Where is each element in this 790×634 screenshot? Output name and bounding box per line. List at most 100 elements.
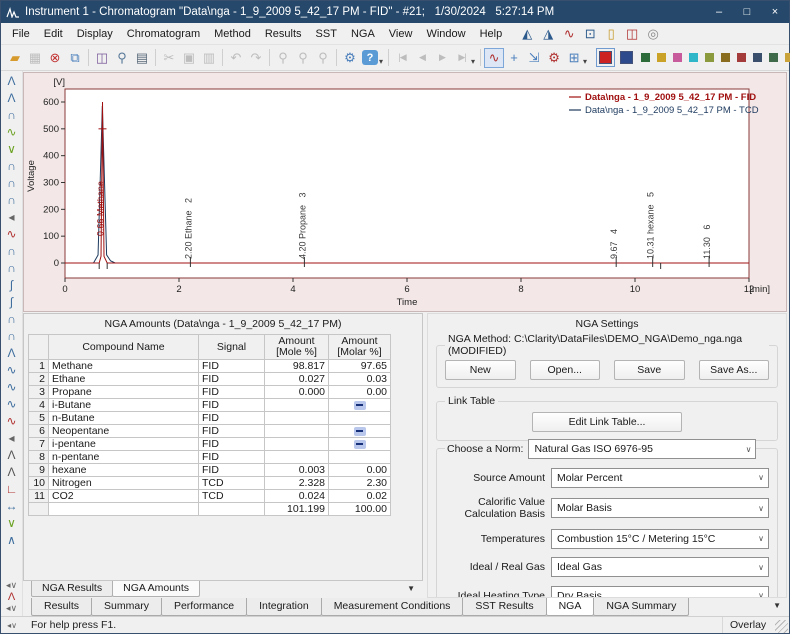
amount-mole-cell[interactable]: [265, 451, 329, 464]
menu-method[interactable]: Method: [207, 25, 258, 43]
valley-tool-icon[interactable]: ∨: [2, 140, 22, 157]
menu-file[interactable]: File: [5, 25, 37, 43]
signal-color-swatch[interactable]: [705, 53, 714, 62]
peak-width-tool-icon[interactable]: Λ: [2, 446, 22, 463]
tab-integration[interactable]: Integration: [246, 598, 322, 616]
instrument-window-icon[interactable]: ◭: [519, 26, 535, 42]
split-peaks-tool-icon[interactable]: ∩: [2, 259, 22, 276]
scroll-tools-left-button-2[interactable]: ◂: [2, 429, 22, 446]
close-chromatogram-button[interactable]: ⊗: [45, 48, 65, 68]
column-header-amount-mole[interactable]: Amount[Mole %]: [265, 335, 329, 360]
compound-name-cell[interactable]: i-Butane: [49, 399, 199, 412]
tab-nga-summary[interactable]: NGA Summary: [593, 598, 689, 616]
tab-summary[interactable]: Summary: [91, 598, 162, 616]
device-monitor-icon[interactable]: ◫: [624, 26, 640, 42]
calibration-window-icon[interactable]: ∿: [561, 26, 577, 42]
compound-name-cell[interactable]: CO2: [49, 490, 199, 503]
merge-peaks-tool-icon[interactable]: ∩: [2, 242, 22, 259]
menu-window[interactable]: Window: [419, 25, 472, 43]
amount-mole-cell[interactable]: 0.027: [265, 373, 329, 386]
amount-molar-cell[interactable]: [329, 412, 391, 425]
show-tables-button-caret[interactable]: ▾: [583, 57, 587, 66]
resize-grip[interactable]: [775, 620, 788, 633]
signal-cell[interactable]: FID: [199, 464, 265, 477]
amount-mole-cell[interactable]: [265, 425, 329, 438]
scroll-tools-left-button[interactable]: ◂: [2, 208, 22, 225]
close-button[interactable]: ×: [761, 1, 789, 23]
rear-tangent-tool-icon[interactable]: ∫: [2, 293, 22, 310]
cancel-peak-tool-icon[interactable]: Λ: [2, 344, 22, 361]
amount-molar-cell[interactable]: [329, 399, 391, 412]
compound-name-cell[interactable]: Nitrogen: [49, 477, 199, 490]
menu-chromatogram[interactable]: Chromatogram: [120, 25, 207, 43]
norm-select[interactable]: Natural Gas ISO 6976-95 ∨: [528, 439, 756, 459]
amount-molar-cell[interactable]: 0.00: [329, 386, 391, 399]
ideal-real-gas-select[interactable]: Ideal Gas∨: [551, 557, 769, 577]
compound-name-cell[interactable]: Ethane: [49, 373, 199, 386]
menu-help[interactable]: Help: [473, 25, 510, 43]
table-row[interactable]: 5n-ButaneFID: [29, 412, 391, 425]
subtab-scroll-dropdown[interactable]: ▼: [407, 581, 415, 593]
signal-color-swatch[interactable]: [689, 53, 698, 62]
clamp-negative-tool-icon[interactable]: ∩: [2, 327, 22, 344]
compound-name-cell[interactable]: n-Butane: [49, 412, 199, 425]
amount-molar-cell[interactable]: 0.00: [329, 464, 391, 477]
help-button-caret[interactable]: ▾: [379, 57, 383, 66]
amount-molar-cell[interactable]: [329, 451, 391, 464]
signal-color-swatch[interactable]: [721, 53, 730, 62]
table-row[interactable]: 3PropaneFID0.0000.00: [29, 386, 391, 399]
detector-delay-tool-icon[interactable]: ↔: [2, 497, 22, 514]
new-button[interactable]: New: [445, 360, 516, 380]
tab-nga[interactable]: NGA: [546, 598, 595, 616]
save-button[interactable]: Save: [614, 360, 685, 380]
table-row[interactable]: 1MethaneFID98.81797.65: [29, 360, 391, 373]
scroll-tools-icon-2[interactable]: ◂∨: [6, 603, 17, 614]
amount-mole-cell[interactable]: 0.024: [265, 490, 329, 503]
column-header-signal[interactable]: Signal: [199, 335, 265, 360]
compound-name-cell[interactable]: Methane: [49, 360, 199, 373]
amount-molar-cell[interactable]: 97.65: [329, 360, 391, 373]
menu-sst[interactable]: SST: [309, 25, 344, 43]
table-row[interactable]: 6NeopentaneFID: [29, 425, 391, 438]
tab-results[interactable]: Results: [31, 598, 92, 616]
edit-link-table-button[interactable]: Edit Link Table...: [532, 412, 682, 432]
print-button[interactable]: ▤: [132, 48, 152, 68]
menu-results[interactable]: Results: [258, 25, 309, 43]
add-positive-peak-tool-icon[interactable]: ∿: [2, 412, 22, 429]
amount-mole-cell[interactable]: 0.000: [265, 386, 329, 399]
smoothing-tool-icon[interactable]: ∿: [2, 361, 22, 378]
minimize-button[interactable]: –: [705, 1, 733, 23]
amount-mole-cell[interactable]: 2.328: [265, 477, 329, 490]
menu-nga[interactable]: NGA: [344, 25, 382, 43]
scale-to-fit-button[interactable]: ⇲: [524, 48, 544, 68]
calorific-value-calculation-basis-select[interactable]: Molar Basis∨: [551, 498, 769, 518]
column-header-amount-molar[interactable]: Amount[Molar %]: [329, 335, 391, 360]
peak-start-tool-icon[interactable]: ∩: [2, 157, 22, 174]
amount-molar-cell[interactable]: 0.02: [329, 490, 391, 503]
tab-measurement-conditions[interactable]: Measurement Conditions: [321, 598, 464, 616]
secondary-color-swatch[interactable]: [620, 51, 633, 64]
overlay-mode-button[interactable]: ∿: [484, 48, 504, 68]
group-peaks-tool-icon[interactable]: ∩: [2, 191, 22, 208]
help-button[interactable]: ?: [362, 50, 378, 65]
move-signal-button[interactable]: +: [504, 48, 524, 68]
last-chromatogram-button-caret[interactable]: ▾: [471, 57, 475, 66]
signal-cell[interactable]: FID: [199, 451, 265, 464]
signal-color-swatch[interactable]: [737, 53, 746, 62]
statusbar-overflow-icon[interactable]: ◂∨: [1, 621, 23, 630]
compound-name-cell[interactable]: i-pentane: [49, 438, 199, 451]
front-tangent-tool-icon[interactable]: ∫: [2, 276, 22, 293]
subtab-nga-results[interactable]: NGA Results: [31, 581, 113, 597]
overlay-signals-tool-icon[interactable]: ∩: [2, 106, 22, 123]
save-as-button[interactable]: Save As...: [699, 360, 770, 380]
fixed-scale-tool-icon[interactable]: Λ: [2, 89, 22, 106]
signal-cell[interactable]: FID: [199, 373, 265, 386]
signal-cell[interactable]: FID: [199, 386, 265, 399]
signal-color-swatch[interactable]: [753, 53, 762, 62]
negative-peaks-tool-icon[interactable]: ∿: [2, 225, 22, 242]
column-header-compound-name[interactable]: Compound Name: [49, 335, 199, 360]
spike-removal-tool-icon[interactable]: ∿: [2, 378, 22, 395]
amount-molar-cell[interactable]: 2.30: [329, 477, 391, 490]
signal-cell[interactable]: FID: [199, 412, 265, 425]
amount-molar-cell[interactable]: 0.03: [329, 373, 391, 386]
